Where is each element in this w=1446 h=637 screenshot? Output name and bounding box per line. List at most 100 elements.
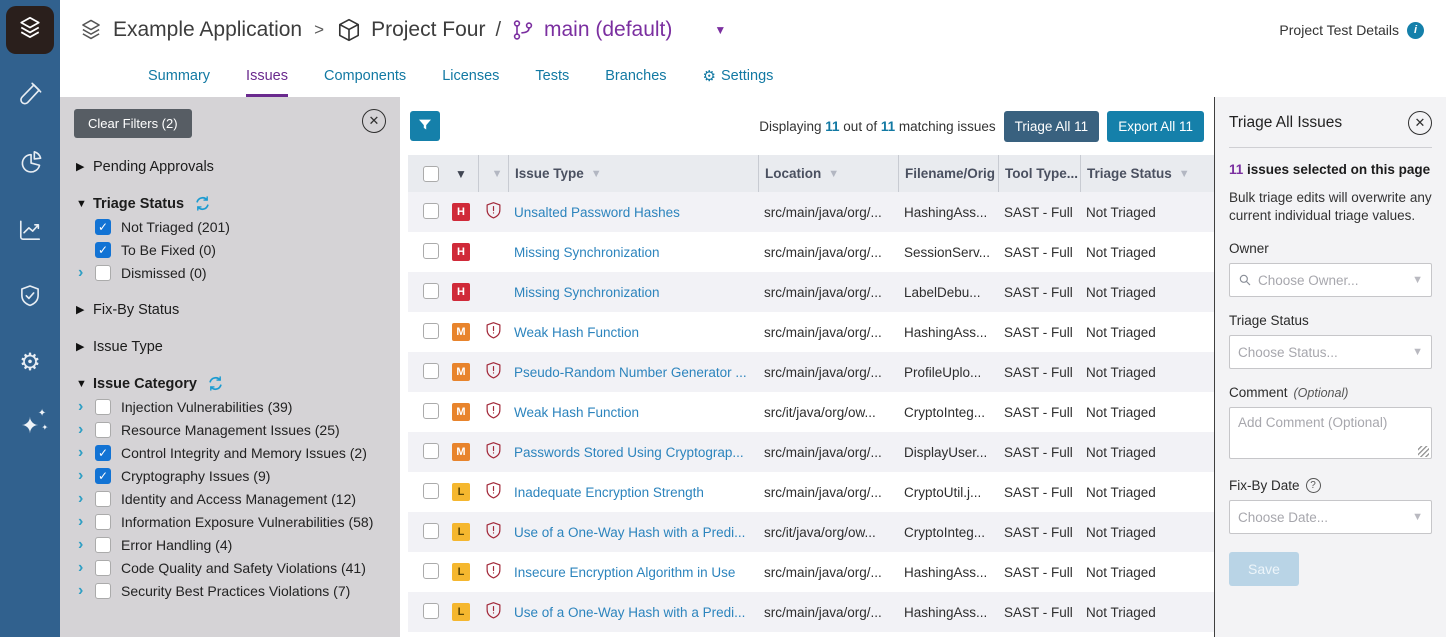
chevron-right-icon[interactable]: › [78,445,95,461]
filter-checkbox[interactable] [95,265,111,281]
chevron-right-icon[interactable]: › [78,583,95,599]
chevron-right-icon[interactable]: › [78,514,95,530]
row-checkbox[interactable] [423,323,439,339]
chevron-right-icon[interactable]: › [78,491,95,507]
resize-grip-icon[interactable] [1418,446,1429,457]
save-button[interactable]: Save [1229,552,1299,586]
filter-item-label[interactable]: Security Best Practices Violations (7) [121,583,350,599]
filter-item-label[interactable]: Error Handling (4) [121,537,232,553]
issue-type-link[interactable]: Inadequate Encryption Strength [508,485,758,500]
table-row[interactable]: L Use of a One-Way Ha [408,512,1214,552]
table-row[interactable]: M Pseudo-Random Numbe [408,352,1214,392]
chevron-right-icon[interactable]: › [78,265,95,281]
filter-checkbox[interactable] [95,468,111,484]
filter-item-label[interactable]: To Be Fixed (0) [121,242,216,258]
trend-chart-icon[interactable] [0,204,60,256]
filter-checkbox[interactable] [95,242,111,258]
select-all-checkbox[interactable] [423,166,439,182]
test-tube-icon[interactable] [0,68,60,120]
filter-checkbox[interactable] [95,422,111,438]
row-checkbox[interactable] [423,483,439,499]
chevron-right-icon[interactable]: › [78,560,95,576]
row-checkbox[interactable] [423,443,439,459]
filter-item-label[interactable]: Identity and Access Management (12) [121,491,356,507]
table-row[interactable]: L Insecure Encryption [408,552,1214,592]
gear-icon[interactable]: ⚙ [0,336,60,388]
shield-sort-icon[interactable]: ▼ [492,168,503,180]
filter-checkbox[interactable] [95,219,111,235]
filter-item-label[interactable]: Resource Management Issues (25) [121,422,340,438]
severity-sort-icon[interactable]: ▼ [455,167,467,181]
filter-item-label[interactable]: Information Exposure Vulnerabilities (58… [121,514,373,530]
breadcrumb-branch[interactable]: main (default) [544,18,672,42]
chevron-right-icon[interactable]: › [78,537,95,553]
filter-group-header[interactable]: ▶ Issue Type [76,338,386,355]
tab[interactable]: ⚙ Components [324,60,406,97]
filter-group-header[interactable]: ▶ Fix-By Status [76,301,386,318]
fixby-date-select[interactable]: Choose Date... ▼ [1229,500,1432,534]
close-filters-icon[interactable]: ✕ [362,109,386,133]
pie-chart-icon[interactable] [0,136,60,188]
row-checkbox[interactable] [423,363,439,379]
filter-item-label[interactable]: Not Triaged (201) [121,219,230,235]
row-checkbox[interactable] [423,603,439,619]
table-row[interactable]: M Weak Hash Function [408,392,1214,432]
close-panel-icon[interactable]: ✕ [1408,111,1432,135]
breadcrumb-project[interactable]: Project Four [371,18,485,42]
row-checkbox[interactable] [423,403,439,419]
row-checkbox[interactable] [423,243,439,259]
issue-type-link[interactable]: Missing Synchronization [508,245,758,260]
triage-status-select[interactable]: Choose Status... ▼ [1229,335,1432,369]
issue-type-link[interactable]: Weak Hash Function [508,405,758,420]
table-row[interactable]: H Unsalted Password H [408,192,1214,232]
filter-item-label[interactable]: Cryptography Issues (9) [121,468,270,484]
column-filename[interactable]: Filename/Orig [898,155,998,192]
table-row[interactable]: L Inadequate Encrypti [408,472,1214,512]
tab[interactable]: ⚙ Summary [148,60,210,97]
tab[interactable]: ⚙ Licenses [442,60,499,97]
filter-group-header[interactable]: ▼ Issue Category [76,375,386,392]
row-checkbox[interactable] [423,523,439,539]
chevron-right-icon[interactable]: › [78,399,95,415]
chevron-right-icon[interactable]: › [78,468,95,484]
row-checkbox[interactable] [423,203,439,219]
comment-textarea[interactable] [1229,407,1432,459]
branch-dropdown-caret-icon[interactable]: ▼ [714,23,726,37]
refresh-icon[interactable] [207,375,224,392]
filter-item-label[interactable]: Dismissed (0) [121,265,207,281]
app-logo[interactable] [6,6,54,54]
issue-type-link[interactable]: Pseudo-Random Number Generator ... [508,365,758,380]
filter-group-header[interactable]: ▶ Pending Approvals [76,158,386,175]
tab[interactable]: ⚙ Tests [535,60,569,97]
issue-type-link[interactable]: Use of a One-Way Hash with a Predi... [508,525,758,540]
filter-checkbox[interactable] [95,514,111,530]
table-row[interactable]: M Passwords Stored Us [408,432,1214,472]
owner-select[interactable]: Choose Owner... ▼ [1229,263,1432,297]
row-checkbox[interactable] [423,563,439,579]
table-row[interactable]: M Weak Hash Function [408,312,1214,352]
filter-checkbox[interactable] [95,491,111,507]
tab[interactable]: ⚙ Branches [605,60,666,97]
issue-type-link[interactable]: Insecure Encryption Algorithm in Use [508,565,758,580]
issue-type-link[interactable]: Use of a One-Way Hash with a Predi... [508,605,758,620]
chevron-right-icon[interactable]: › [78,422,95,438]
table-row[interactable]: H Missing Synchroniza [408,232,1214,272]
help-icon[interactable]: ? [1306,478,1321,493]
filter-item-label[interactable]: Code Quality and Safety Violations (41) [121,560,366,576]
column-issue-type[interactable]: Issue Type▼ [508,155,758,192]
column-location[interactable]: Location▼ [758,155,898,192]
issue-type-link[interactable]: Passwords Stored Using Cryptograp... [508,445,758,460]
issue-type-link[interactable]: Unsalted Password Hashes [508,205,758,220]
table-row[interactable]: L Use of a One-Way Ha [408,592,1214,632]
info-icon[interactable]: i [1407,22,1424,39]
filter-checkbox[interactable] [95,560,111,576]
filter-checkbox[interactable] [95,445,111,461]
export-all-button[interactable]: Export All 11 [1107,111,1204,142]
issue-type-link[interactable]: Weak Hash Function [508,325,758,340]
triage-all-button[interactable]: Triage All 11 [1004,111,1100,142]
tab[interactable]: ⚙ Issues [246,60,288,97]
clear-filters-button[interactable]: Clear Filters (2) [74,109,192,138]
shield-check-icon[interactable] [0,270,60,322]
table-row[interactable]: H Missing Synchroniza [408,272,1214,312]
column-triage-status[interactable]: Triage Status▼ [1080,155,1214,192]
